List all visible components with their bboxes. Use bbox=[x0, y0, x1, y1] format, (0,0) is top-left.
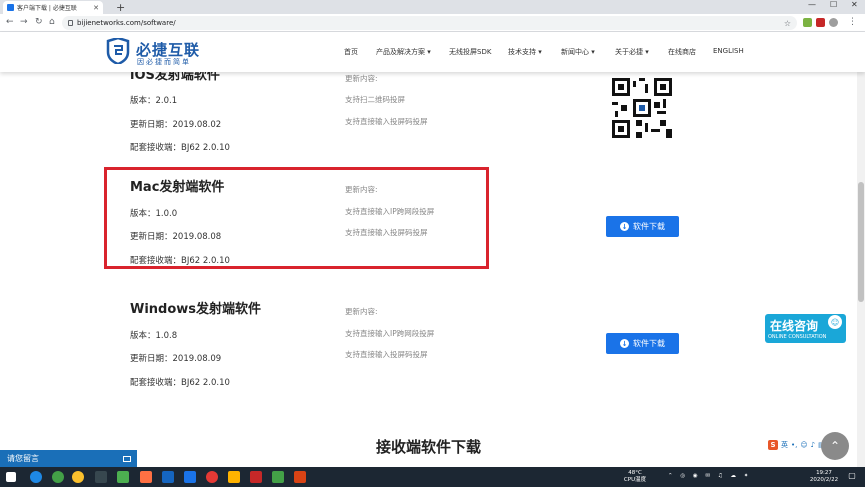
nav-home[interactable]: 首页 bbox=[344, 47, 358, 57]
browser-toolbar: ← → ↻ ⌂ bijienetworks.com/software/ ☆ ⋮ bbox=[0, 14, 865, 32]
minimize-icon[interactable] bbox=[123, 455, 131, 462]
mac-download-button[interactable]: ↓ 软件下载 bbox=[606, 216, 679, 237]
notes-item: 支持直接输入投屏码投屏 bbox=[345, 117, 428, 126]
notes-item: 支持直接输入投屏码投屏 bbox=[345, 350, 428, 359]
powerpoint-icon[interactable] bbox=[294, 471, 306, 483]
notes-label: 更新内容: bbox=[345, 74, 378, 83]
clock[interactable]: 19:27 2020/2/22 bbox=[806, 470, 842, 484]
close-window-button[interactable]: ✕ bbox=[851, 0, 858, 9]
site-header: 必捷互联 因必捷而简单 首页 产品及解决方案 ▾ 无线投屏SDK 技术支持 ▾ … bbox=[0, 32, 865, 72]
software-version: 版本：1.0.8 bbox=[130, 331, 178, 341]
system-tray-icons[interactable]: ⌃ ◎ ◉ ✉ ♫ ☁ ✦ bbox=[668, 473, 788, 480]
ime-toolbar[interactable]: S 英 •, ☺ ♪ ▤ bbox=[768, 438, 825, 452]
scrollbar-thumb[interactable] bbox=[858, 182, 864, 302]
site-favicon-icon bbox=[7, 4, 14, 11]
software-receiver: 配套接收端：BJ62 2.0.10 bbox=[130, 143, 230, 153]
word-icon[interactable] bbox=[162, 471, 174, 483]
software-date: 更新日期：2019.08.02 bbox=[130, 120, 222, 130]
nav-about[interactable]: 关于必捷 ▾ bbox=[615, 47, 649, 57]
brand-slogan: 因必捷而简单 bbox=[137, 58, 191, 66]
software-date: 更新日期：2019.08.09 bbox=[130, 354, 222, 364]
notification-icon[interactable]: ▢ bbox=[846, 472, 858, 480]
software-title: Windows发射端软件 bbox=[130, 302, 262, 317]
browser-tab[interactable]: 客户端下载 | 必捷互联 ✕ bbox=[3, 1, 103, 14]
leave-message-bar[interactable]: 请您留言 bbox=[0, 450, 137, 467]
menu-dots-icon[interactable]: ⋮ bbox=[848, 17, 857, 27]
chrome-icon[interactable] bbox=[72, 471, 84, 483]
profile-avatar-icon[interactable] bbox=[829, 18, 838, 27]
software-title: iOS发射端软件 bbox=[130, 72, 220, 83]
nav-products[interactable]: 产品及解决方案 ▾ bbox=[376, 47, 431, 57]
app-icon[interactable] bbox=[206, 471, 218, 483]
emoji-icon[interactable]: ☺ bbox=[800, 441, 807, 449]
tab-title: 客户端下载 | 必捷互联 bbox=[17, 5, 77, 12]
maximize-button[interactable]: ☐ bbox=[830, 0, 837, 9]
nav-news[interactable]: 新闻中心 ▾ bbox=[561, 47, 595, 57]
software-version: 版本：2.0.1 bbox=[130, 96, 178, 106]
new-tab-button[interactable]: + bbox=[116, 1, 125, 14]
url-text: bijienetworks.com/software/ bbox=[77, 19, 176, 27]
app-icon[interactable] bbox=[52, 471, 64, 483]
extension-icon[interactable] bbox=[803, 18, 812, 27]
reload-icon[interactable]: ↻ bbox=[35, 17, 43, 27]
tab-close-icon[interactable]: ✕ bbox=[93, 4, 99, 12]
folder-icon[interactable] bbox=[228, 471, 240, 483]
address-bar[interactable]: bijienetworks.com/software/ ☆ bbox=[62, 16, 797, 30]
notes-item: 支持直接输入IP跨网段投屏 bbox=[345, 329, 435, 338]
punctuation-icon[interactable]: •, bbox=[791, 441, 797, 449]
back-arrow-icon[interactable]: ← bbox=[6, 17, 14, 27]
page-content: iOS发射端软件 版本：2.0.1 更新日期：2019.08.02 配套接收端：… bbox=[0, 72, 865, 467]
qr-code-icon bbox=[612, 78, 672, 138]
windows-taskbar: 48°C CPU温度 ⌃ ◎ ◉ ✉ ♫ ☁ ✦ 19:27 2020/2/22 ▢ bbox=[0, 467, 865, 487]
notes-item: 支持扫二维码投屏 bbox=[345, 95, 405, 104]
wechat-icon[interactable] bbox=[117, 471, 129, 483]
software-receiver: 配套接收端：BJ62 2.0.10 bbox=[130, 378, 230, 388]
page-scrollbar[interactable] bbox=[857, 32, 865, 467]
chat-icon: ☺ bbox=[828, 315, 842, 329]
sogou-icon[interactable]: S bbox=[768, 440, 778, 450]
minimize-button[interactable]: — bbox=[808, 0, 816, 9]
extension-icon[interactable] bbox=[816, 18, 825, 27]
online-consultation-button[interactable]: 在线咨询 ONLINE CONSULTATION ☺ bbox=[765, 314, 846, 343]
highlight-box bbox=[104, 167, 489, 269]
nav-store[interactable]: 在线商店 bbox=[668, 47, 696, 57]
browser-tabbar: 客户端下载 | 必捷互联 ✕ + — ☐ ✕ bbox=[0, 0, 865, 14]
windows-download-button[interactable]: ↓ 软件下载 bbox=[606, 333, 679, 354]
back-to-top-button[interactable]: ⌃ bbox=[821, 432, 849, 460]
app-icon[interactable] bbox=[272, 471, 284, 483]
notes-label: 更新内容: bbox=[345, 307, 378, 316]
lock-icon bbox=[68, 20, 73, 26]
bookmark-star-icon[interactable]: ☆ bbox=[784, 19, 791, 28]
app-icon[interactable] bbox=[95, 471, 107, 483]
mic-icon[interactable]: ♪ bbox=[811, 441, 815, 449]
app-icon[interactable] bbox=[140, 471, 152, 483]
app-icon[interactable] bbox=[250, 471, 262, 483]
cpu-temp: 48°C CPU温度 bbox=[623, 470, 647, 483]
download-arrow-icon: ↓ bbox=[620, 339, 629, 348]
download-arrow-icon: ↓ bbox=[620, 222, 629, 231]
home-icon[interactable]: ⌂ bbox=[49, 17, 55, 27]
ime-language-label[interactable]: 英 bbox=[781, 440, 788, 450]
brand-logo-icon[interactable] bbox=[106, 38, 130, 64]
start-windows-icon[interactable] bbox=[6, 472, 16, 482]
ie-icon[interactable] bbox=[30, 471, 42, 483]
nav-sdk[interactable]: 无线投屏SDK bbox=[449, 47, 491, 57]
nav-english[interactable]: ENGLISH bbox=[713, 47, 744, 55]
nav-support[interactable]: 技术支持 ▾ bbox=[508, 47, 542, 57]
forward-arrow-icon[interactable]: → bbox=[20, 17, 28, 27]
app-icon[interactable] bbox=[184, 471, 196, 483]
